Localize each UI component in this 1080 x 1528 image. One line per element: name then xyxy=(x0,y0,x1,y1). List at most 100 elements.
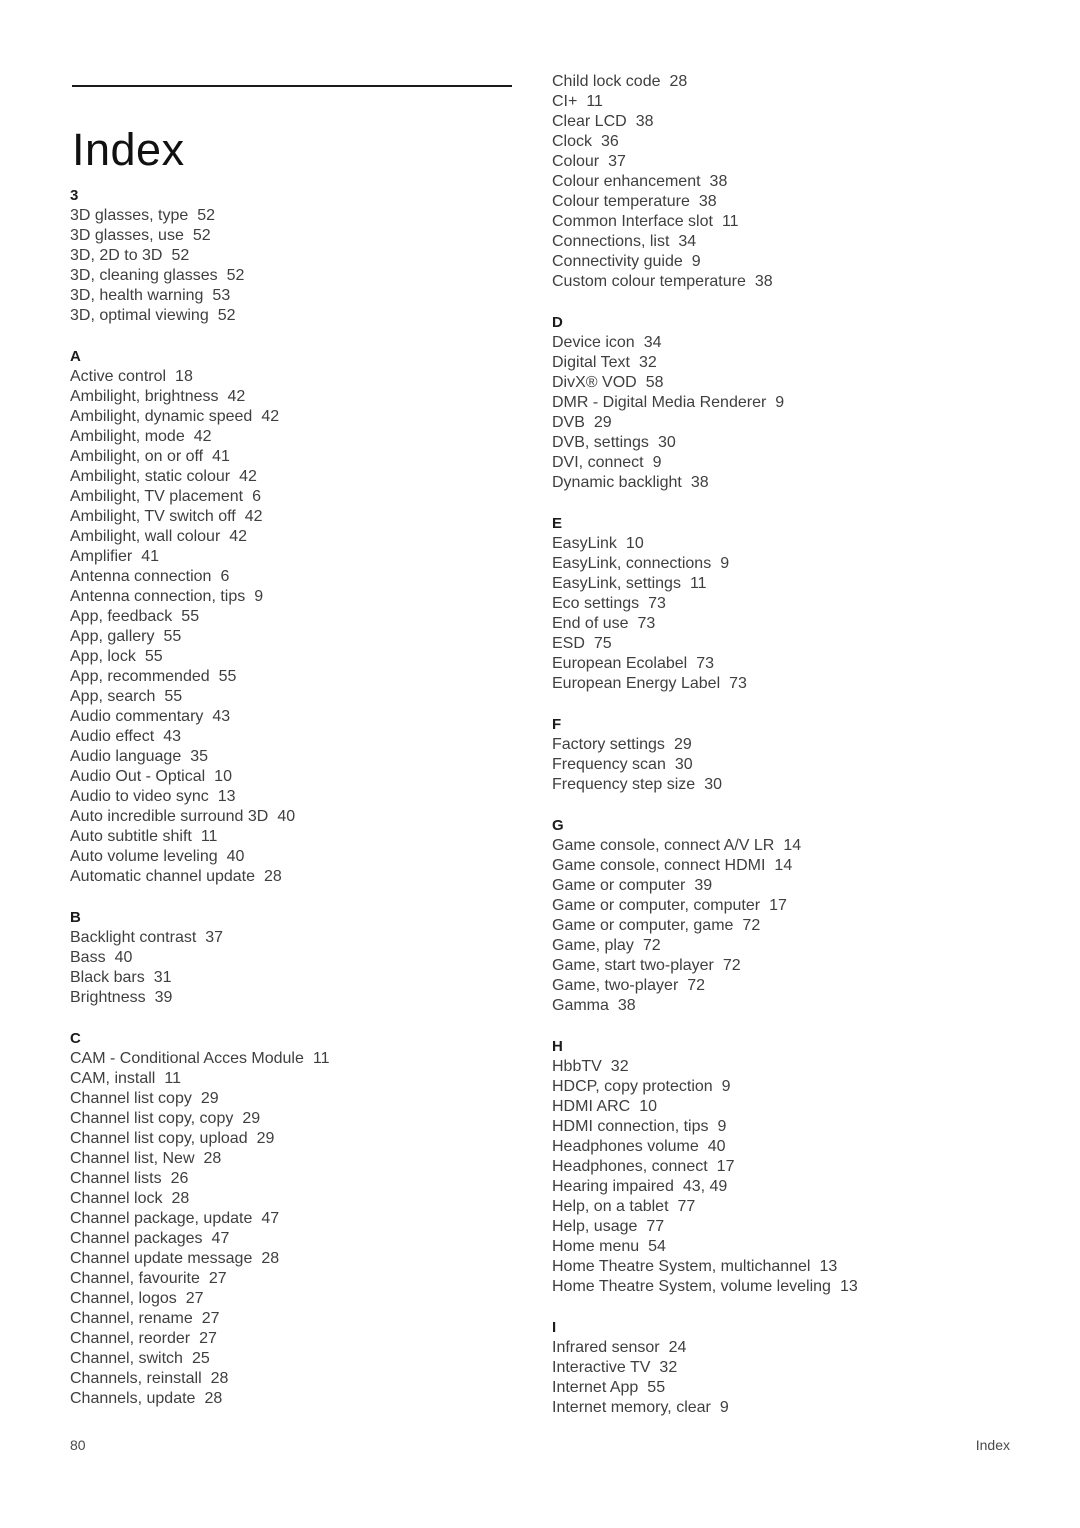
index-entry[interactable]: Dynamic backlight 38 xyxy=(552,473,1007,493)
index-entry[interactable]: Frequency scan 30 xyxy=(552,755,1007,775)
index-entry[interactable]: Channel package, update 47 xyxy=(70,1209,525,1229)
index-entry[interactable]: Ambilight, TV placement 6 xyxy=(70,487,525,507)
index-entry[interactable]: Black bars 31 xyxy=(70,968,525,988)
index-entry[interactable]: DivX® VOD 58 xyxy=(552,373,1007,393)
index-entry[interactable]: DVB 29 xyxy=(552,413,1007,433)
index-entry[interactable]: Auto volume leveling 40 xyxy=(70,847,525,867)
index-entry[interactable]: Colour temperature 38 xyxy=(552,192,1007,212)
index-entry[interactable]: Internet App 55 xyxy=(552,1378,1007,1398)
index-entry[interactable]: Channel list copy, copy 29 xyxy=(70,1109,525,1129)
index-entry[interactable]: CAM - Conditional Acces Module 11 xyxy=(70,1049,525,1069)
index-entry[interactable]: European Ecolabel 73 xyxy=(552,654,1007,674)
index-entry[interactable]: Channels, reinstall 28 xyxy=(70,1369,525,1389)
index-entry[interactable]: Audio Out - Optical 10 xyxy=(70,767,525,787)
index-entry[interactable]: CI+ 11 xyxy=(552,92,1007,112)
index-entry[interactable]: Channel, rename 27 xyxy=(70,1309,525,1329)
index-entry[interactable]: DVI, connect 9 xyxy=(552,453,1007,473)
index-entry[interactable]: App, search 55 xyxy=(70,687,525,707)
index-entry[interactable]: EasyLink 10 xyxy=(552,534,1007,554)
index-entry[interactable]: Ambilight, TV switch off 42 xyxy=(70,507,525,527)
index-entry[interactable]: Headphones, connect 17 xyxy=(552,1157,1007,1177)
index-entry[interactable]: Clock 36 xyxy=(552,132,1007,152)
index-entry[interactable]: DVB, settings 30 xyxy=(552,433,1007,453)
index-entry[interactable]: Common Interface slot 11 xyxy=(552,212,1007,232)
index-entry[interactable]: End of use 73 xyxy=(552,614,1007,634)
index-entry[interactable]: Brightness 39 xyxy=(70,988,525,1008)
index-entry[interactable]: Ambilight, dynamic speed 42 xyxy=(70,407,525,427)
index-entry[interactable]: Channel, reorder 27 xyxy=(70,1329,525,1349)
index-entry[interactable]: Home menu 54 xyxy=(552,1237,1007,1257)
index-entry[interactable]: Connectivity guide 9 xyxy=(552,252,1007,272)
index-entry[interactable]: European Energy Label 73 xyxy=(552,674,1007,694)
index-entry[interactable]: App, recommended 55 xyxy=(70,667,525,687)
index-entry[interactable]: HDMI connection, tips 9 xyxy=(552,1117,1007,1137)
index-entry[interactable]: Channel lists 26 xyxy=(70,1169,525,1189)
index-entry[interactable]: Help, on a tablet 77 xyxy=(552,1197,1007,1217)
index-entry[interactable]: 3D glasses, type 52 xyxy=(70,206,525,226)
index-entry[interactable]: Audio language 35 xyxy=(70,747,525,767)
index-entry[interactable]: Audio effect 43 xyxy=(70,727,525,747)
index-entry[interactable]: Internet memory, clear 9 xyxy=(552,1398,1007,1418)
index-entry[interactable]: Ambilight, mode 42 xyxy=(70,427,525,447)
index-entry[interactable]: Infrared sensor 24 xyxy=(552,1338,1007,1358)
index-entry[interactable]: Eco settings 73 xyxy=(552,594,1007,614)
index-entry[interactable]: Channel, favourite 27 xyxy=(70,1269,525,1289)
index-entry[interactable]: HDMI ARC 10 xyxy=(552,1097,1007,1117)
index-entry[interactable]: Gamma 38 xyxy=(552,996,1007,1016)
index-entry[interactable]: Channel update message 28 xyxy=(70,1249,525,1269)
index-entry[interactable]: Antenna connection, tips 9 xyxy=(70,587,525,607)
index-entry[interactable]: Channel list copy 29 xyxy=(70,1089,525,1109)
index-entry[interactable]: Ambilight, wall colour 42 xyxy=(70,527,525,547)
index-entry[interactable]: Channel, switch 25 xyxy=(70,1349,525,1369)
index-entry[interactable]: ESD 75 xyxy=(552,634,1007,654)
index-entry[interactable]: Audio to video sync 13 xyxy=(70,787,525,807)
index-entry[interactable]: Channels, update 28 xyxy=(70,1389,525,1409)
index-entry[interactable]: HDCP, copy protection 9 xyxy=(552,1077,1007,1097)
index-entry[interactable]: Game console, connect HDMI 14 xyxy=(552,856,1007,876)
index-entry[interactable]: Headphones volume 40 xyxy=(552,1137,1007,1157)
index-entry[interactable]: App, lock 55 xyxy=(70,647,525,667)
index-entry[interactable]: HbbTV 32 xyxy=(552,1057,1007,1077)
index-entry[interactable]: DMR - Digital Media Renderer 9 xyxy=(552,393,1007,413)
index-entry[interactable]: Channel list, New 28 xyxy=(70,1149,525,1169)
index-entry[interactable]: EasyLink, connections 9 xyxy=(552,554,1007,574)
index-entry[interactable]: Automatic channel update 28 xyxy=(70,867,525,887)
index-entry[interactable]: EasyLink, settings 11 xyxy=(552,574,1007,594)
index-entry[interactable]: Interactive TV 32 xyxy=(552,1358,1007,1378)
index-entry[interactable]: Game or computer 39 xyxy=(552,876,1007,896)
index-entry[interactable]: Backlight contrast 37 xyxy=(70,928,525,948)
index-entry[interactable]: Colour 37 xyxy=(552,152,1007,172)
index-entry[interactable]: 3D glasses, use 52 xyxy=(70,226,525,246)
index-entry[interactable]: Auto subtitle shift 11 xyxy=(70,827,525,847)
index-entry[interactable]: Game, play 72 xyxy=(552,936,1007,956)
index-entry[interactable]: Help, usage 77 xyxy=(552,1217,1007,1237)
index-entry[interactable]: CAM, install 11 xyxy=(70,1069,525,1089)
index-entry[interactable]: Amplifier 41 xyxy=(70,547,525,567)
index-entry[interactable]: Custom colour temperature 38 xyxy=(552,272,1007,292)
index-entry[interactable]: Auto incredible surround 3D 40 xyxy=(70,807,525,827)
index-entry[interactable]: Ambilight, on or off 41 xyxy=(70,447,525,467)
index-entry[interactable]: Factory settings 29 xyxy=(552,735,1007,755)
index-entry[interactable]: Digital Text 32 xyxy=(552,353,1007,373)
index-entry[interactable]: Antenna connection 6 xyxy=(70,567,525,587)
index-entry[interactable]: App, feedback 55 xyxy=(70,607,525,627)
index-entry[interactable]: Audio commentary 43 xyxy=(70,707,525,727)
index-entry[interactable]: Child lock code 28 xyxy=(552,72,1007,92)
index-entry[interactable]: 3D, health warning 53 xyxy=(70,286,525,306)
index-entry[interactable]: Game or computer, computer 17 xyxy=(552,896,1007,916)
index-entry[interactable]: Game, start two-player 72 xyxy=(552,956,1007,976)
index-entry[interactable]: Ambilight, static colour 42 xyxy=(70,467,525,487)
index-entry[interactable]: Frequency step size 30 xyxy=(552,775,1007,795)
index-entry[interactable]: Channel list copy, upload 29 xyxy=(70,1129,525,1149)
index-entry[interactable]: Hearing impaired 43, 49 xyxy=(552,1177,1007,1197)
index-entry[interactable]: Game or computer, game 72 xyxy=(552,916,1007,936)
index-entry[interactable]: Connections, list 34 xyxy=(552,232,1007,252)
index-entry[interactable]: App, gallery 55 xyxy=(70,627,525,647)
index-entry[interactable]: 3D, optimal viewing 52 xyxy=(70,306,525,326)
index-entry[interactable]: Bass 40 xyxy=(70,948,525,968)
index-entry[interactable]: Game console, connect A/V LR 14 xyxy=(552,836,1007,856)
index-entry[interactable]: Clear LCD 38 xyxy=(552,112,1007,132)
index-entry[interactable]: Channel lock 28 xyxy=(70,1189,525,1209)
index-entry[interactable]: Active control 18 xyxy=(70,367,525,387)
index-entry[interactable]: Colour enhancement 38 xyxy=(552,172,1007,192)
